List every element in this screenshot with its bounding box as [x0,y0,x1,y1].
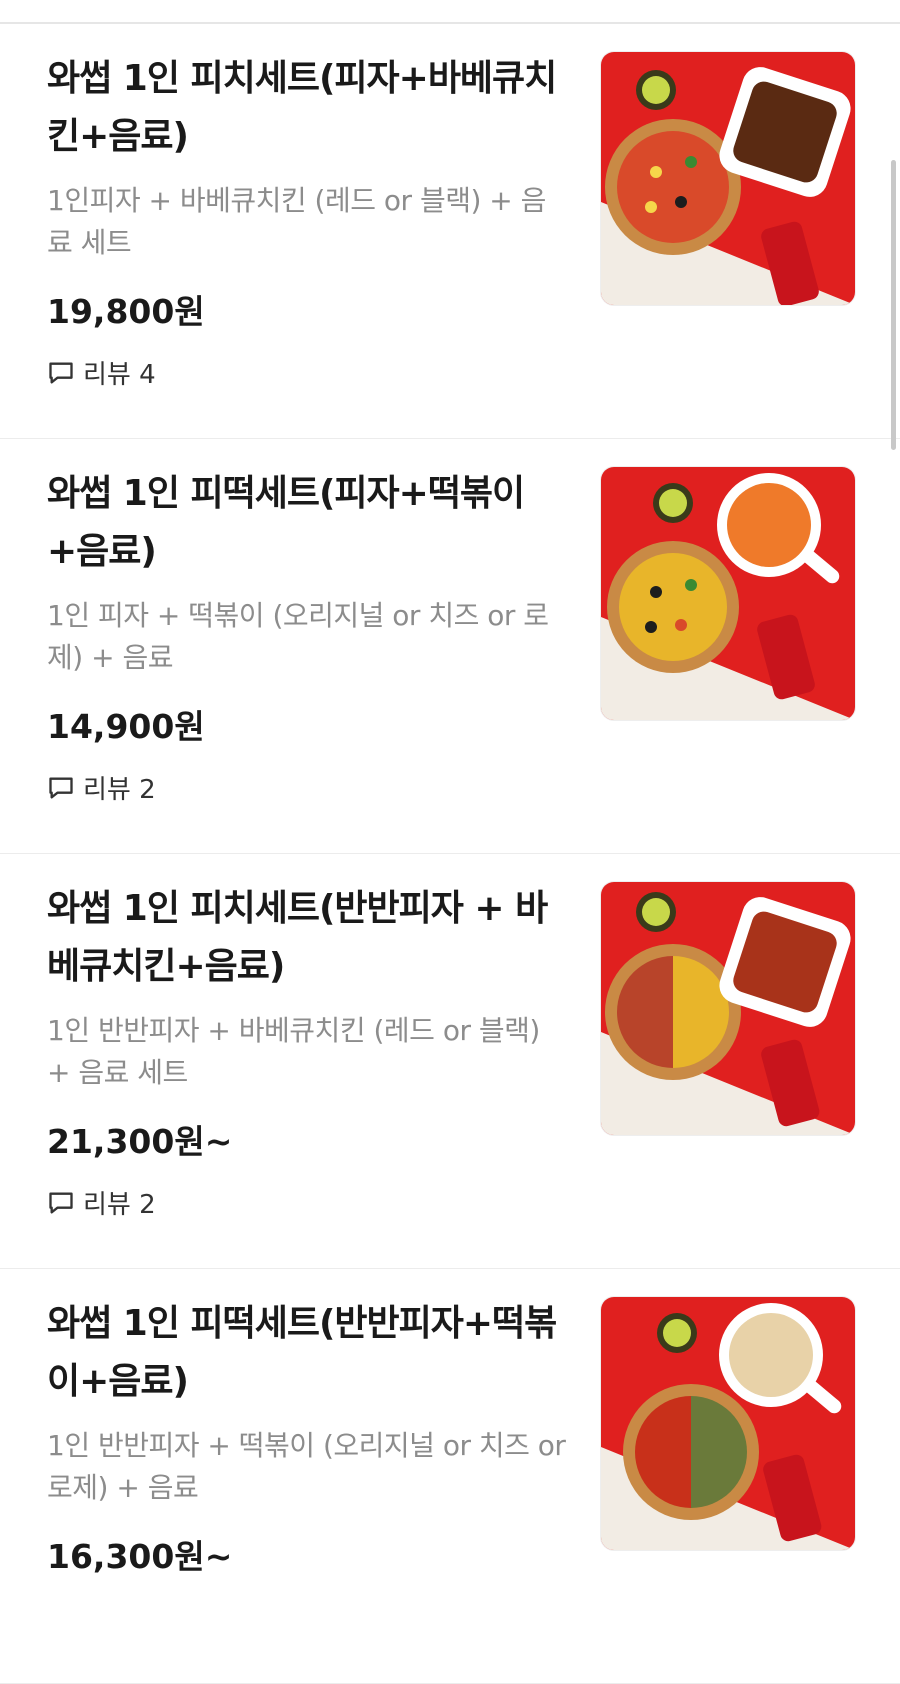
menu-item[interactable]: 와썹 1인 피치세트(반반피자 + 바베큐치킨+음료) 1인 반반피자 + 바베… [0,854,900,1269]
review-link[interactable]: 리뷰 4 [47,354,567,391]
menu-item-title: 와썹 1인 피떡세트(반반피자+떡볶이+음료) [47,1303,557,1402]
review-link[interactable]: 리뷰 2 [47,1184,567,1221]
menu-item-text: 와썹 1인 피떡세트(피자+떡볶이+음료) 1인 피자 + 떡볶이 (오리지널 … [47,465,567,806]
top-divider [0,0,900,24]
speech-bubble-icon [49,777,73,798]
menu-item-text: 와썹 1인 피치세트(피자+바베큐치킨+음료) 1인피자 + 바베큐치킨 (레드… [47,50,567,391]
menu-item-title: 와썹 1인 피떡세트(피자+떡볶이+음료) [47,473,525,572]
review-link[interactable]: 리뷰 2 [47,769,567,806]
menu-list: 와썹 1인 피치세트(피자+바베큐치킨+음료) 1인피자 + 바베큐치킨 (레드… [0,24,900,1684]
menu-item-title: 와썹 1인 피치세트(반반피자 + 바베큐치킨+음료) [47,888,548,987]
menu-item-price: 16,300원~ [47,1537,233,1576]
review-count: 리뷰 2 [83,775,156,805]
menu-item-text: 와썹 1인 피치세트(반반피자 + 바베큐치킨+음료) 1인 반반피자 + 바베… [47,880,567,1221]
menu-item[interactable]: 와썹 1인 피떡세트(피자+떡볶이+음료) 1인 피자 + 떡볶이 (오리지널 … [0,439,900,854]
half-pizza-tteokbokki-cola-photo [601,1297,855,1550]
menu-item-photo[interactable] [600,1296,856,1551]
scrollbar[interactable] [891,160,896,450]
menu-item-description: 1인 반반피자 + 바베큐치킨 (레드 or 블랙) + 음료 세트 [47,1014,540,1089]
menu-item-photo[interactable] [600,51,856,306]
menu-item[interactable]: 와썹 1인 피치세트(피자+바베큐치킨+음료) 1인피자 + 바베큐치킨 (레드… [0,24,900,439]
speech-bubble-icon [49,362,73,383]
menu-item-photo[interactable] [600,881,856,1136]
menu-item[interactable]: 와썹 1인 피떡세트(반반피자+떡볶이+음료) 1인 반반피자 + 떡볶이 (오… [0,1269,900,1684]
menu-item-price: 19,800원 [47,292,205,331]
pizza-chicken-cola-photo [601,52,855,305]
menu-item-text: 와썹 1인 피떡세트(반반피자+떡볶이+음료) 1인 반반피자 + 떡볶이 (오… [47,1295,567,1581]
menu-item-description: 1인피자 + 바베큐치킨 (레드 or 블랙) + 음료 세트 [47,184,546,259]
menu-item-price: 14,900원 [47,707,205,746]
review-count: 리뷰 2 [83,1190,156,1220]
menu-item-description: 1인 반반피자 + 떡볶이 (오리지널 or 치즈 or 로제) + 음료 [47,1429,566,1504]
half-pizza-chicken-cola-photo [601,882,855,1135]
menu-item-description: 1인 피자 + 떡볶이 (오리지널 or 치즈 or 로제) + 음료 [47,599,549,674]
pizza-tteokbokki-cola-photo [601,467,855,720]
menu-item-price: 21,300원~ [47,1122,233,1161]
menu-item-photo[interactable] [600,466,856,721]
speech-bubble-icon [49,1192,73,1213]
menu-item-title: 와썹 1인 피치세트(피자+바베큐치킨+음료) [47,58,557,157]
review-count: 리뷰 4 [83,360,156,390]
